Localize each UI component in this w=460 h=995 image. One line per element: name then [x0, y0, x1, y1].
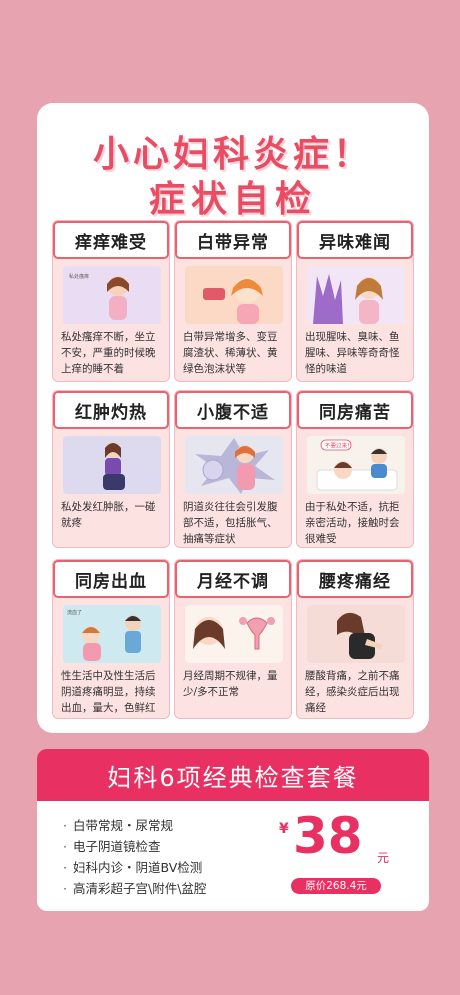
image-caption: 不要过来！ — [325, 442, 353, 450]
symptom-title: 腰疼痛经 — [297, 560, 413, 598]
symptom-description: 阴道炎往往会引发腹部不适，包括胀气、抽痛等症状 — [183, 501, 278, 545]
symptom-cell: 同房出血 流血了 性生活中及性生活后阴道疼痛明显，持续出血，量大，色鲜红 — [52, 559, 170, 719]
package-item-label: 妇科内诊・阴道BV检测 — [73, 860, 203, 875]
image-caption: 私处瘙痒 — [69, 273, 89, 280]
package-item-label: 高清彩超子宫\附件\盆腔 — [73, 881, 207, 896]
bullet-icon: · — [63, 860, 67, 875]
list-item: · 白带常规・尿常规 — [63, 815, 206, 836]
symptom-title: 白带异常 — [175, 221, 291, 259]
symptom-title: 异味难闻 — [297, 221, 413, 259]
symptom-description: 月经周期不规律，量少/多不正常 — [183, 670, 278, 698]
symptom-title: 痒痒难受 — [53, 221, 169, 259]
package-items: · 白带常规・尿常规 · 电子阴道镜检查 · 妇科内诊・阴道BV检测 · 高清彩超子宫\… — [63, 815, 206, 899]
symptom-description: 性生活中及性生活后阴道疼痛明显，持续出血，量大，色鲜红 — [61, 670, 156, 714]
menstruation-illustration — [185, 605, 283, 663]
symptom-description: 出现腥味、臭味、鱼腥味、异味等奇奇怪怪的味道 — [305, 331, 400, 375]
swelling-woman-illustration — [63, 436, 161, 494]
symptom-cell: 痒痒难受 私处瘙痒 私处瘙痒不断，坐立不安，严重的时候晚上痒的睡不着 — [52, 220, 170, 382]
package-card: · 白带常规・尿常规 · 电子阴道镜检查 · 妇科内诊・阴道BV检测 · 高清彩超子宫\… — [37, 801, 429, 911]
list-item: · 妇科内诊・阴道BV检测 — [63, 857, 206, 878]
package-title: 妇科6项经典检查套餐 — [37, 749, 429, 801]
list-item: · 高清彩超子宫\附件\盆腔 — [63, 878, 206, 899]
symptom-description: 私处发红肿胀，一碰就疼 — [61, 501, 156, 529]
symptom-title: 小腹不适 — [175, 391, 291, 429]
symptom-cell: 腰疼痛经 腰酸背痛，之前不痛经，感染炎症后出现痛经 — [296, 559, 414, 719]
symptom-cell: 白带异常 白带异常增多、变豆腐渣状、稀薄状、黄绿色泡沫状等 — [174, 220, 292, 382]
image-caption: 流血了 — [67, 609, 82, 616]
bullet-icon: · — [63, 818, 67, 833]
symptom-description: 由于私处不适，抗拒亲密活动，接触时会很难受 — [305, 501, 400, 545]
package-item-label: 电子阴道镜检查 — [73, 839, 161, 854]
symptom-cell: 小腹不适 阴道炎往往会引发腹部不适，包括胀气、抽痛等症状 — [174, 390, 292, 548]
itchy-woman-illustration: 私处瘙痒 — [63, 266, 161, 324]
original-price-badge: 原价268.4元 — [291, 878, 381, 894]
discharge-woman-illustration — [185, 266, 283, 324]
couple-pain-illustration: 不要过来！ — [307, 436, 405, 494]
bullet-icon: · — [63, 881, 67, 896]
symptom-title: 同房出血 — [53, 560, 169, 598]
couple-bleeding-illustration: 流血了 — [63, 605, 161, 663]
price-currency: ¥ — [279, 821, 289, 837]
page-subtitle: 症状自检 — [148, 179, 317, 220]
symptom-title: 红肿灼热 — [53, 391, 169, 429]
symptom-description: 白带异常增多、变豆腐渣状、稀薄状、黄绿色泡沫状等 — [183, 331, 278, 375]
list-item: · 电子阴道镜检查 — [63, 836, 206, 857]
symptom-cell: 异味难闻 出现腥味、臭味、鱼腥味、异味等奇奇怪怪的味道 — [296, 220, 414, 382]
symptom-title: 月经不调 — [175, 560, 291, 598]
package-item-label: 白带常规・尿常规 — [73, 818, 174, 833]
symptom-description: 私处瘙痒不断，坐立不安，严重的时候晚上痒的睡不着 — [61, 331, 156, 375]
symptom-cell: 红肿灼热 私处发红肿胀，一碰就疼 — [52, 390, 170, 548]
abdomen-pain-illustration — [185, 436, 283, 494]
back-pain-illustration — [307, 605, 405, 663]
odor-woman-illustration — [307, 266, 405, 324]
price-unit: 元 — [377, 851, 390, 865]
price-value: 38 — [293, 807, 363, 865]
symptom-cell: 月经不调 月经周期不规律，量少/多不正常 — [174, 559, 292, 719]
symptom-description: 腰酸背痛，之前不痛经，感染炎症后出现痛经 — [305, 670, 400, 714]
symptom-title: 同房痛苦 — [297, 391, 413, 429]
symptom-card: 小心妇科炎症！ 症状自检 痒痒难受 私处瘙痒 私处瘙痒不断，坐立不安，严重的时候… — [37, 103, 429, 733]
symptom-cell: 同房痛苦 不要过来！ 由于私处不适，抗拒亲密活动，接触时会很难受 — [296, 390, 414, 548]
bullet-icon: · — [63, 839, 67, 854]
